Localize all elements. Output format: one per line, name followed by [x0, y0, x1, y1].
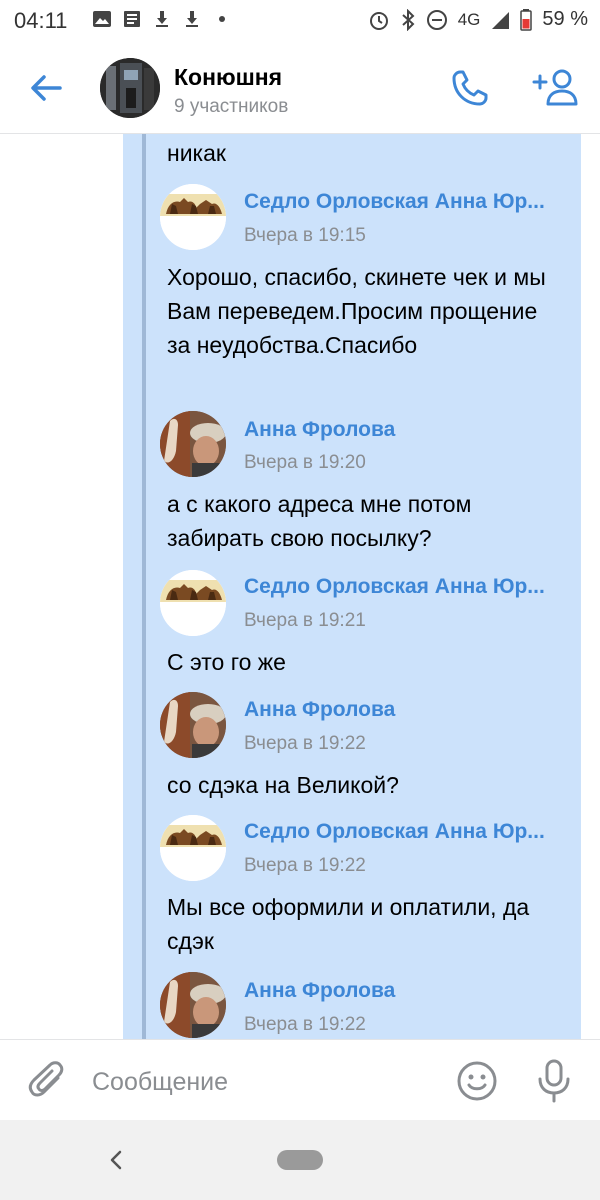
download-icon — [186, 11, 198, 27]
horse-avatar-icon — [160, 184, 226, 250]
avatar[interactable] — [160, 692, 226, 758]
status-bar: 04:11 4G 59 % — [0, 0, 600, 42]
message-author[interactable]: Анна Фролова — [244, 418, 395, 442]
message-text: С это го же — [167, 649, 286, 675]
message-author[interactable]: Седло Орловская Анна Юр... — [244, 190, 545, 214]
message-time: Вчера в 19:20 — [244, 452, 366, 473]
user-photo-icon — [160, 411, 226, 477]
nav-home-pill[interactable] — [277, 1150, 323, 1170]
dnd-icon — [426, 9, 447, 30]
download-icon — [156, 11, 168, 27]
signal-icon — [492, 11, 510, 29]
microphone-icon[interactable] — [534, 1058, 574, 1104]
bluetooth-icon — [402, 8, 415, 31]
chat-avatar[interactable] — [100, 58, 160, 118]
alarm-icon — [369, 11, 388, 30]
message-list[interactable]: никак Седло Орловская Анна Юр... Вчера в… — [0, 134, 600, 1039]
system-nav-bar — [0, 1120, 600, 1200]
user-photo-icon — [160, 972, 226, 1038]
battery-percent: 59 % — [542, 8, 588, 30]
network-label: 4G — [457, 9, 481, 29]
system-icons: 4G 59 % — [368, 8, 588, 31]
message-input[interactable] — [92, 1062, 432, 1102]
back-arrow-icon[interactable] — [26, 68, 66, 108]
battery-icon — [520, 8, 533, 31]
message-time: Вчера в 19:22 — [244, 855, 366, 876]
message-text: Мы все оформили и оплатили, да сдэк — [167, 894, 530, 954]
chat-members-count[interactable]: 9 участников — [174, 96, 288, 118]
avatar[interactable] — [160, 815, 226, 881]
user-photo-icon — [160, 692, 226, 758]
message-author[interactable]: Анна Фролова — [244, 979, 395, 1003]
status-time: 04:11 — [14, 8, 68, 33]
message-time: Вчера в 19:21 — [244, 610, 366, 631]
message-author[interactable]: Седло Орловская Анна Юр... — [244, 575, 545, 599]
news-icon — [124, 11, 140, 27]
avatar[interactable] — [160, 184, 226, 250]
image-icon — [93, 11, 111, 27]
message-time: Вчера в 19:22 — [244, 733, 366, 754]
nav-back-icon[interactable] — [104, 1146, 128, 1174]
message-time: Вчера в 19:15 — [244, 225, 366, 246]
message-text: а с какого адреса мне потом забирать сво… — [167, 491, 472, 551]
avatar[interactable] — [160, 411, 226, 477]
paperclip-icon[interactable] — [28, 1060, 68, 1104]
message-text: со сдэка на Великой? — [167, 772, 399, 798]
emoji-icon[interactable] — [456, 1060, 498, 1102]
add-user-icon[interactable] — [530, 66, 580, 110]
chat-header: Конюшня 9 участников — [0, 42, 600, 134]
message-text: никак — [167, 140, 226, 166]
message-composer — [0, 1039, 600, 1120]
avatar[interactable] — [160, 972, 226, 1038]
forwarded-bar — [142, 134, 146, 1039]
notification-icons — [92, 9, 232, 29]
horse-avatar-icon — [160, 570, 226, 636]
message-author[interactable]: Анна Фролова — [244, 698, 395, 722]
message-author[interactable]: Седло Орловская Анна Юр... — [244, 820, 545, 844]
horse-avatar-icon — [160, 815, 226, 881]
phone-icon[interactable] — [448, 66, 492, 110]
dot-icon — [219, 16, 225, 22]
message-text: Хорошо, спасибо, скинете чек и мы Вам пе… — [167, 264, 546, 358]
avatar[interactable] — [160, 570, 226, 636]
chat-title[interactable]: Конюшня — [174, 64, 282, 91]
message-time: Вчера в 19:22 — [244, 1014, 366, 1035]
